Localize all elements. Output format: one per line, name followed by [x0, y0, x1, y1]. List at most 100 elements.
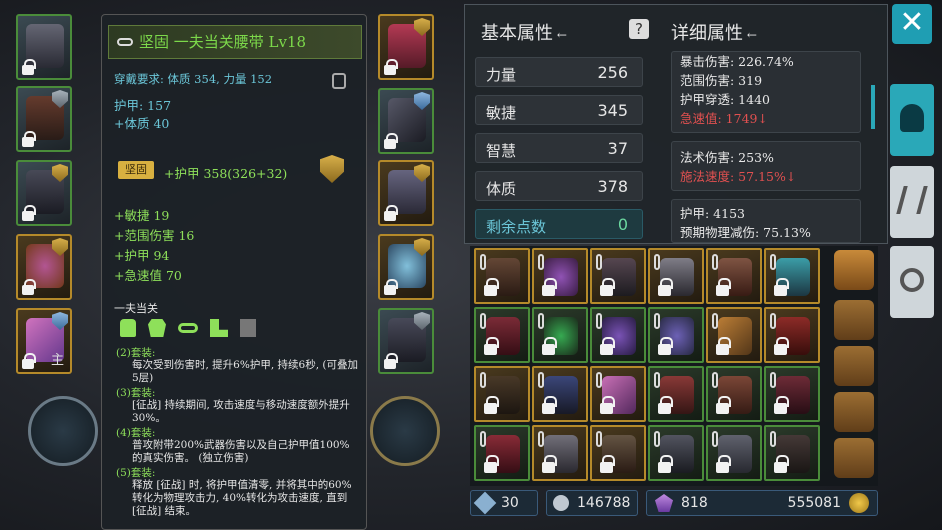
inventory-slot[interactable]: [590, 366, 646, 422]
bag-tab-icon[interactable]: [834, 250, 874, 290]
detail-cast-speed: 施法速度: 57.15%↓: [680, 169, 797, 184]
bag-tab-icon[interactable]: [834, 438, 874, 478]
inventory-slot[interactable]: [590, 307, 646, 363]
affix-line: +急速值 70: [114, 268, 182, 283]
inventory-slot[interactable]: [474, 366, 530, 422]
lock-icon: [716, 337, 731, 355]
set-bonus-label: (3)套装:: [116, 387, 156, 399]
attr-row-constitution: 体质 378: [475, 171, 643, 201]
inventory-slot[interactable]: [764, 307, 820, 363]
gold-coin-icon: [849, 493, 869, 513]
lock-icon: [384, 353, 398, 369]
lock-icon: [384, 205, 398, 221]
boots-piece-icon: [210, 319, 228, 337]
detail-area-damage: 范围伤害: 319: [680, 73, 763, 88]
lock-icon: [600, 278, 615, 296]
gear-icon: [900, 268, 924, 292]
lock-icon: [658, 278, 673, 296]
inventory-slot[interactable]: [474, 425, 530, 481]
lock-icon: [22, 59, 36, 75]
bag-tab-icon[interactable]: [834, 346, 874, 386]
attr-row-strength: 力量 256: [475, 57, 643, 87]
inventory-slot[interactable]: [648, 307, 704, 363]
detail-scrollbar[interactable]: [871, 85, 875, 129]
set-bonus-text: [征战] 持续期间, 攻击速度与移动速度额外提升30%。: [132, 399, 350, 424]
detail-armor: 护甲: 4153: [680, 206, 745, 221]
attack-skill-button[interactable]: [28, 396, 98, 466]
inventory-slot[interactable]: [706, 307, 762, 363]
inventory-slot[interactable]: [648, 248, 704, 304]
bag-tab-icon[interactable]: [834, 300, 874, 340]
affix-line: +范围伤害 16: [114, 228, 195, 243]
secondary-skill-button[interactable]: [370, 396, 440, 466]
lock-icon: [716, 455, 731, 473]
belt-icon: [117, 38, 133, 46]
basic-attrs-header: 基本属性 ←: [481, 23, 567, 44]
detail-armor-pen: 护甲穿透: 1440: [680, 92, 770, 107]
inventory-slot[interactable]: [474, 248, 530, 304]
lock-icon: [716, 396, 731, 414]
inventory-slot[interactable]: [706, 248, 762, 304]
helmet-piece-icon: [120, 319, 136, 337]
crossed-swords-icon: [896, 186, 928, 214]
tab-skills[interactable]: [890, 166, 934, 238]
help-icon[interactable]: ?: [629, 19, 649, 39]
tab-equipment[interactable]: [890, 84, 934, 156]
bag-tab-icon[interactable]: [834, 392, 874, 432]
equip-slot-armor[interactable]: [16, 86, 72, 152]
inventory-slot[interactable]: [532, 366, 588, 422]
detail-box-defense: 护甲: 4153 预期物理减伤: 75.13%: [671, 199, 861, 243]
currency-bar: 30 146788 818 555081: [470, 488, 890, 518]
equip-slot-ring-2[interactable]: [378, 234, 434, 300]
silver-icon: [553, 495, 569, 511]
gem-gold-counter: 818 555081: [646, 490, 878, 516]
lock-icon: [600, 337, 615, 355]
item-requirement: 穿戴要求: 体质 354, 力量 152: [114, 72, 273, 86]
equip-slot-offhand[interactable]: [378, 308, 434, 374]
lock-icon: [484, 396, 499, 414]
inventory-slot[interactable]: [590, 248, 646, 304]
inventory-slot[interactable]: [532, 248, 588, 304]
equip-slot-ring[interactable]: [16, 234, 72, 300]
detail-physical-reduction: 预期物理减伤: 75.13%: [680, 225, 811, 240]
set-bonus-text: 释放 [征战] 时, 将护甲值清零, 并将其中的60%转化为物理攻击力, 40%…: [132, 479, 352, 517]
lock-icon: [774, 278, 789, 296]
set-bonus-text: 每次受到伤害时, 提升6%护甲, 持续6秒, (可叠加5层): [132, 359, 358, 384]
tab-settings[interactable]: [890, 246, 934, 318]
inventory-slot[interactable]: [474, 307, 530, 363]
attr-row-agility: 敏捷 345: [475, 95, 643, 125]
helmet-tab-icon: [900, 104, 924, 132]
item-title: 坚固 一夫当关腰带 Lv18: [108, 25, 362, 59]
inventory-slot[interactable]: [648, 425, 704, 481]
equip-slot-boots[interactable]: [378, 160, 434, 226]
stats-panel: 基本属性 ← ? 力量 256 敏捷 345 智慧 37 体质 378 剩余点数 0 详…: [464, 4, 888, 244]
ticket-counter: 30: [470, 490, 538, 516]
inventory-slot[interactable]: [764, 425, 820, 481]
lock-icon: [22, 205, 36, 221]
attr-row-wisdom: 智慧 37: [475, 133, 643, 163]
inventory-slot[interactable]: [532, 307, 588, 363]
equip-slot-helmet[interactable]: [16, 14, 72, 80]
lock-icon: [600, 455, 615, 473]
detail-crit-damage: 暴击伤害: 226.74%: [680, 54, 794, 69]
lock-icon: [774, 337, 789, 355]
affix-line: +护甲 94: [114, 248, 170, 263]
equip-slot-cloak[interactable]: [16, 160, 72, 226]
cloak-piece-icon: [240, 319, 256, 337]
lock-icon: [484, 455, 499, 473]
set-name: 一夫当关: [114, 302, 158, 315]
close-button[interactable]: ✕: [892, 4, 932, 44]
quality-shield-icon: [320, 155, 344, 183]
equip-slot-necklace[interactable]: [378, 14, 434, 80]
inventory-slot[interactable]: [764, 248, 820, 304]
lock-icon: [384, 279, 398, 295]
inventory-slot[interactable]: [648, 366, 704, 422]
inventory-slot[interactable]: [706, 425, 762, 481]
lock-toggle-icon[interactable]: [332, 73, 346, 89]
inventory-slot[interactable]: [764, 366, 820, 422]
equip-slot-gloves[interactable]: [378, 88, 434, 154]
inventory-slot[interactable]: [532, 425, 588, 481]
equip-slot-main-weapon[interactable]: 主: [16, 308, 72, 374]
inventory-slot[interactable]: [590, 425, 646, 481]
inventory-slot[interactable]: [706, 366, 762, 422]
